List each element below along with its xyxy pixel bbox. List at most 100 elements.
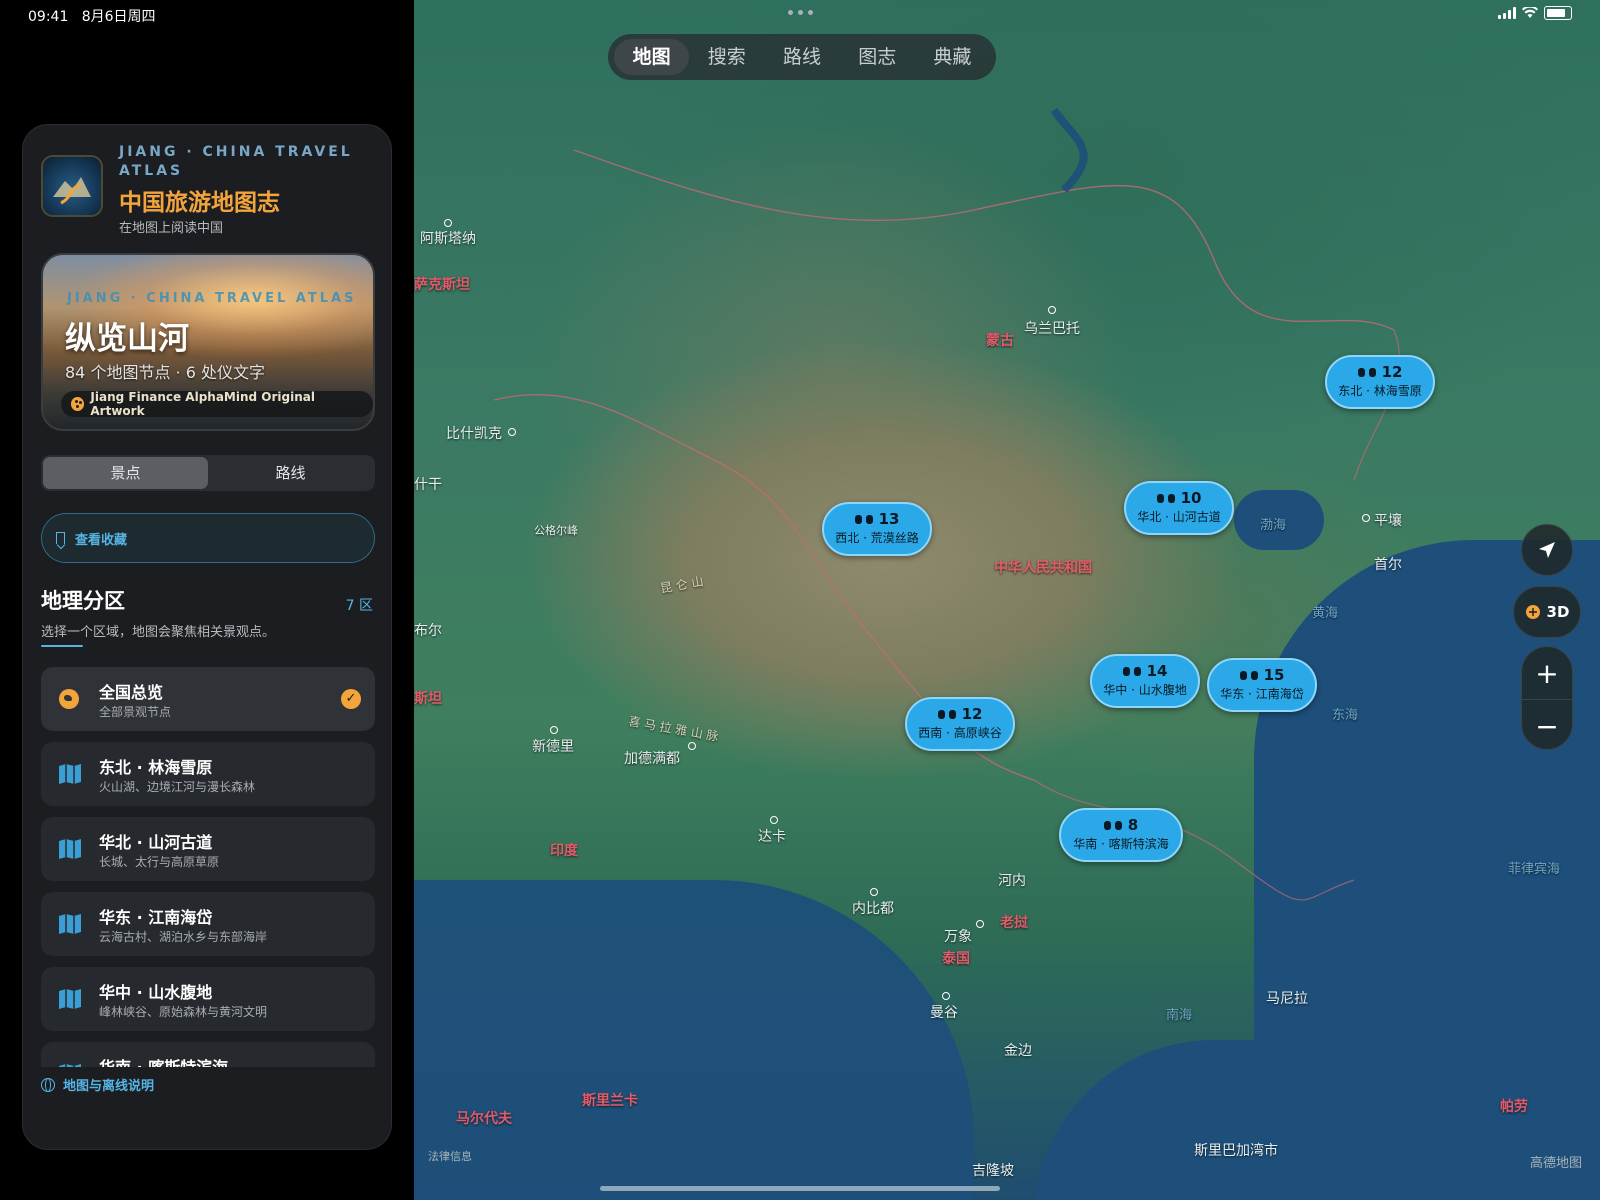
wifi-icon [1522, 7, 1538, 18]
binoculars-icon [937, 708, 956, 720]
cluster-northwest[interactable]: 13 西北 · 荒漠丝路 [822, 502, 932, 556]
map-label-ulaanbaatar[interactable]: 乌兰巴托 [1024, 318, 1080, 338]
map-label-phnom-penh[interactable]: 金边 [1004, 1040, 1032, 1060]
tab-search[interactable]: 搜索 [689, 39, 764, 75]
city-dot [444, 219, 452, 227]
zoom-out-button[interactable]: − [1522, 700, 1572, 752]
map-label-mongolia[interactable]: 蒙古 [986, 330, 1014, 350]
map-label-kazakh[interactable]: 萨克斯坦 [414, 274, 470, 294]
cluster-northeast[interactable]: 12 东北 · 林海雪原 [1325, 355, 1435, 409]
map-label-new-delhi[interactable]: 新德里 [532, 736, 574, 756]
map-label-muztagh[interactable]: 公格尔峰 [534, 522, 578, 538]
map-label-philippine-sea: 菲律宾海 [1508, 862, 1561, 877]
region-item-overview[interactable]: 全国总览 全部景观节点 ✓ [41, 667, 375, 731]
section-underline [41, 645, 83, 647]
map-label-manila[interactable]: 马尼拉 [1266, 988, 1308, 1008]
region-name: 华东 · 江南海岱 [99, 908, 213, 927]
map-label-pakistan[interactable]: 斯坦 [414, 688, 442, 708]
map-label-yellow-sea: 黄海 [1312, 606, 1339, 621]
map-label-kathmandu[interactable]: 加德满都 [624, 748, 680, 768]
map-label-maldives[interactable]: 马尔代夫 [456, 1108, 512, 1128]
cluster-southwest[interactable]: 12 西南 · 高原峡谷 [905, 697, 1015, 751]
city-dot [942, 992, 950, 1000]
region-item-east[interactable]: 华东 · 江南海岱 云海古村、湖泊水乡与东部海岸 [41, 892, 375, 956]
region-name: 华南 · 喀斯特滨海 [99, 1054, 228, 1067]
view-favorites-button[interactable]: 查看收藏 [41, 513, 375, 563]
map-label-bishkek[interactable]: 比什凯克 [446, 423, 502, 443]
home-indicator[interactable] [600, 1186, 1000, 1191]
cellular-signal-icon [1498, 7, 1516, 19]
cluster-south[interactable]: 8 华南 · 喀斯特滨海 [1059, 808, 1183, 862]
map-label-bandar[interactable]: 斯里巴加湾市 [1194, 1140, 1278, 1160]
map-icon [59, 839, 81, 859]
city-dot [508, 428, 516, 436]
region-desc: 全部景观节点 [99, 705, 172, 719]
region-item-northeast[interactable]: 东北 · 林海雪原 火山湖、边境江河与漫长森林 [41, 742, 375, 806]
cluster-label: 西南 · 高原峡谷 [918, 726, 1002, 740]
region-item-central[interactable]: 华中 · 山水腹地 峰林峡谷、原始森林与黄河文明 [41, 967, 375, 1031]
tab-atlas[interactable]: 图志 [840, 39, 915, 75]
map-label-east-sea: 东海 [1332, 708, 1359, 723]
hero-card[interactable]: JIANG · CHINA TRAVEL ATLAS 纵览山河 84 个地图节点… [41, 253, 375, 431]
map-label-kashgar[interactable]: 什干 [414, 474, 442, 494]
offline-map-info-link[interactable]: 地图与离线说明 [41, 1075, 154, 1094]
tab-routes[interactable]: 路线 [764, 39, 839, 75]
map-provider-logo: 高德地图 [1529, 1156, 1582, 1171]
cluster-label: 西北 · 荒漠丝路 [835, 531, 919, 545]
3d-toggle-button[interactable]: 3D [1513, 586, 1581, 638]
map-view[interactable]: 阿斯塔纳 萨克斯坦 蒙古 乌兰巴托 比什凯克 什干 公格尔峰 昆 仑 山 中华人… [414, 0, 1600, 1200]
cluster-label: 华东 · 江南海岱 [1220, 687, 1304, 701]
locate-me-button[interactable] [1521, 524, 1573, 576]
battery-icon [1544, 6, 1572, 20]
cluster-east[interactable]: 15 华东 · 江南海岱 [1207, 658, 1317, 712]
map-label-laos[interactable]: 老挝 [1000, 912, 1028, 932]
map-label-pyongyang[interactable]: 平壤 [1374, 510, 1402, 530]
sheet-grabber[interactable] [788, 10, 813, 15]
border-lines [493, 107, 1400, 901]
status-date: 8月6日周四 [81, 9, 156, 25]
map-icon [59, 914, 81, 934]
region-list[interactable]: 全国总览 全部景观节点 ✓ 东北 · 林海雪原 火山湖、边境江河与漫长森林 华北… [41, 667, 375, 1067]
region-item-north[interactable]: 华北 · 山河古道 长城、太行与高原草原 [41, 817, 375, 881]
map-icon [59, 764, 81, 784]
map-label-thailand[interactable]: 泰国 [942, 948, 970, 968]
3d-label: 3D [1546, 603, 1570, 621]
map-label-china[interactable]: 中华人民共和国 [994, 557, 1092, 577]
globe-3d-icon [1525, 605, 1540, 619]
sidebar-panel: JIANG · CHINA TRAVEL ATLAS 中国旅游地图志 在地图上阅… [22, 124, 392, 1150]
map-label-bangkok[interactable]: 曼谷 [930, 1002, 958, 1022]
legal-info-link[interactable]: 法律信息 [428, 1148, 472, 1164]
checkmark-icon: ✓ [341, 689, 361, 709]
map-label-astana[interactable]: 阿斯塔纳 [420, 228, 476, 248]
map-label-kabul[interactable]: 布尔 [414, 620, 442, 640]
cluster-label: 华中 · 山水腹地 [1103, 683, 1187, 697]
binoculars-icon [1122, 665, 1141, 677]
cluster-central[interactable]: 14 华中 · 山水腹地 [1090, 654, 1200, 708]
map-label-india[interactable]: 印度 [550, 840, 578, 860]
map-label-srilanka[interactable]: 斯里兰卡 [582, 1090, 638, 1110]
section-subtitle: 选择一个区域，地图会聚焦相关景观点。 [41, 625, 276, 640]
hero-kicker: JIANG · CHINA TRAVEL ATLAS [67, 291, 357, 306]
map-label-hanoi[interactable]: 河内 [998, 870, 1026, 890]
tab-collection[interactable]: 典藏 [915, 39, 990, 75]
zoom-in-button[interactable]: + [1522, 647, 1572, 700]
tab-map[interactable]: 地图 [614, 39, 690, 75]
favorites-label: 查看收藏 [75, 532, 128, 548]
map-label-south-sea: 南海 [1166, 1008, 1193, 1023]
cluster-label: 华北 · 山河古道 [1137, 510, 1221, 524]
footer-link-label: 地图与离线说明 [63, 1079, 155, 1094]
segment-routes[interactable]: 路线 [208, 457, 373, 489]
map-label-seoul[interactable]: 首尔 [1374, 554, 1402, 574]
region-desc: 火山湖、边境江河与漫长森林 [99, 780, 256, 794]
map-label-palau[interactable]: 帕劳 [1500, 1096, 1528, 1116]
map-label-kuala-lumpur[interactable]: 吉隆坡 [972, 1160, 1014, 1180]
region-item-south[interactable]: 华南 · 喀斯特滨海 [41, 1042, 375, 1067]
map-label-naypyidaw[interactable]: 内比都 [852, 898, 894, 918]
map-label-dhaka[interactable]: 达卡 [758, 826, 786, 846]
region-desc: 云海古村、湖泊水乡与东部海岸 [99, 930, 268, 944]
map-label-vientiane[interactable]: 万象 [944, 926, 972, 946]
segment-spots[interactable]: 景点 [43, 457, 208, 489]
cluster-north[interactable]: 10 华北 · 山河古道 [1124, 481, 1234, 535]
app-subtitle: 在地图上阅读中国 [119, 221, 224, 236]
app-kicker: JIANG · CHINA TRAVEL ATLAS [119, 144, 353, 179]
